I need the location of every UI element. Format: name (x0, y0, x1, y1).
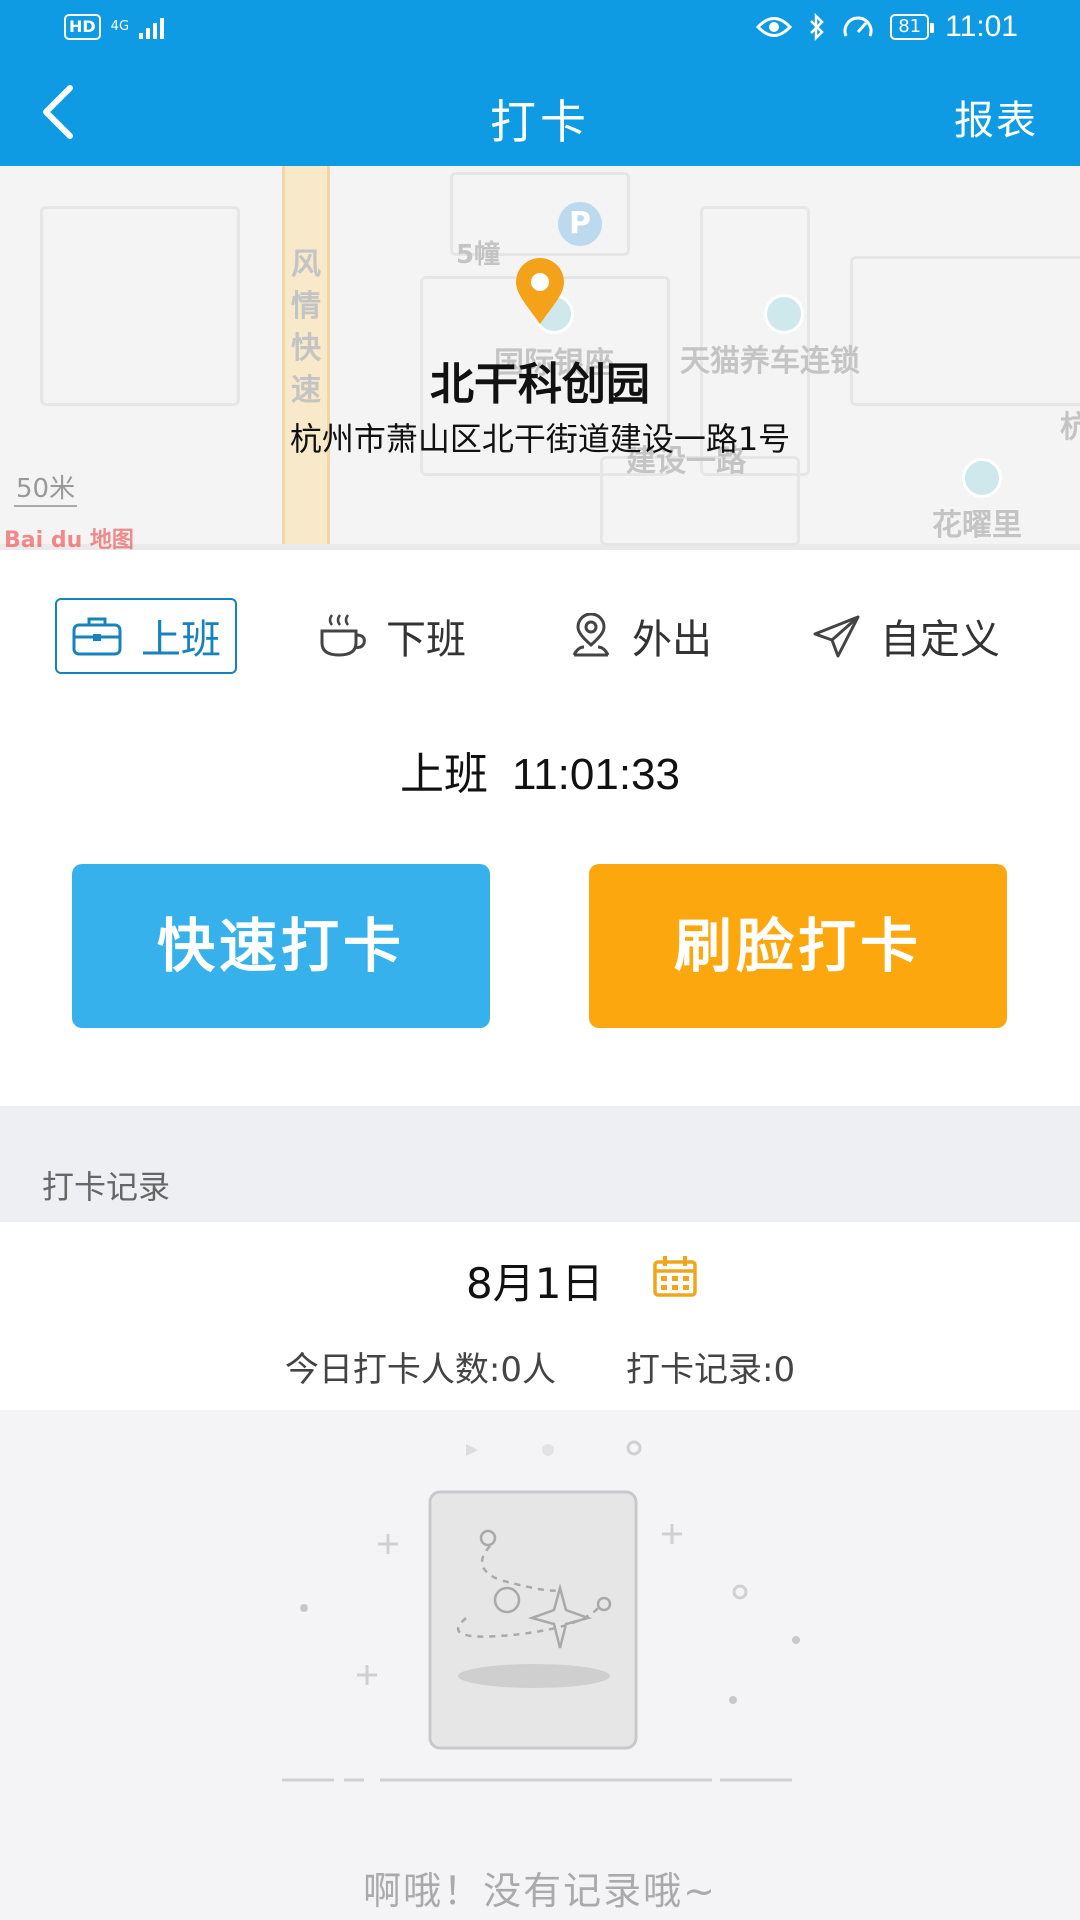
tab-go-to-work[interactable]: 上班 (55, 598, 237, 674)
tab-custom[interactable]: 自定义 (812, 598, 1000, 674)
tab-off-work[interactable]: 下班 (318, 598, 466, 674)
status-left: HD 4G (64, 14, 165, 40)
map-label-building: 5幢 (456, 240, 501, 270)
eye-icon (756, 17, 793, 37)
briefcase-icon (72, 617, 122, 656)
record-count: 打卡记录:0 (626, 1350, 796, 1390)
map-road-horizontal (0, 544, 1080, 550)
tab-out[interactable]: 外出 (568, 598, 712, 674)
place-address: 杭州市萧山区北干街道建设一路1号 (289, 420, 791, 458)
battery-icon: 81 (890, 14, 935, 40)
current-punch-info: 上班 11:01:33 (0, 738, 1080, 802)
tab-label: 自定义 (880, 617, 1000, 663)
current-time: 11:01:33 (511, 750, 680, 799)
records-panel: 8月1日 今日打卡人数:0人 打卡记录:0 (0, 1222, 1080, 1410)
records-section-header: 打卡记录 (0, 1106, 1080, 1222)
record-date[interactable]: 8月1日 (466, 1250, 603, 1311)
tab-label: 上班 (141, 617, 221, 663)
location-pin-icon (516, 258, 564, 324)
status-right: 81 11:01 (756, 10, 1018, 44)
section-title: 打卡记录 (42, 1168, 171, 1206)
network-label: 4G (110, 19, 130, 34)
location-person-icon (572, 613, 610, 657)
status-time: 11:01 (945, 10, 1018, 43)
page-title: 打卡 (490, 95, 590, 149)
quick-punch-button[interactable]: 快速打卡 (72, 864, 490, 1028)
send-icon (813, 615, 860, 658)
bluetooth-icon (810, 13, 825, 41)
speed-icon (843, 16, 873, 37)
tab-label: 下班 (386, 617, 466, 663)
report-button[interactable]: 报表 (954, 88, 1038, 146)
empty-state: 啊哦！没有记录哦~ (0, 1410, 1080, 1920)
hd-badge: HD (64, 14, 101, 40)
location-map[interactable]: 风情快速 5幢 P 国际银座 天猫养车连锁 建设一路 花曜里 杭 北干科创园 杭… (0, 166, 1080, 550)
coffee-cup-icon (320, 614, 366, 657)
empty-illustration (282, 1440, 800, 1782)
title-bar: 打卡 报表 (0, 58, 1080, 166)
people-count: 今日打卡人数:0人 (284, 1350, 556, 1390)
status-bar: HD 4G 81 11:01 (0, 0, 1080, 58)
tab-label: 外出 (632, 617, 712, 663)
punch-type-tabs: 上班 下班 外出 自定义 (0, 590, 1080, 680)
signal-icon (139, 15, 165, 39)
record-counts: 今日打卡人数:0人 打卡记录:0 (0, 1342, 1080, 1391)
map-label-poi: 花曜里 (932, 508, 1022, 543)
current-punch-type: 上班 (399, 749, 488, 800)
empty-message: 啊哦！没有记录哦~ (363, 1869, 717, 1913)
poi-icon (962, 458, 1002, 498)
parking-icon: P (558, 202, 602, 246)
map-provider-logo: Bai du 地图 (4, 528, 134, 550)
poi-icon (764, 294, 804, 334)
face-punch-button[interactable]: 刷脸打卡 (589, 864, 1007, 1028)
map-scale: 50米 (14, 468, 78, 507)
calendar-icon[interactable] (652, 1254, 698, 1298)
place-name: 北干科创园 (430, 359, 650, 410)
